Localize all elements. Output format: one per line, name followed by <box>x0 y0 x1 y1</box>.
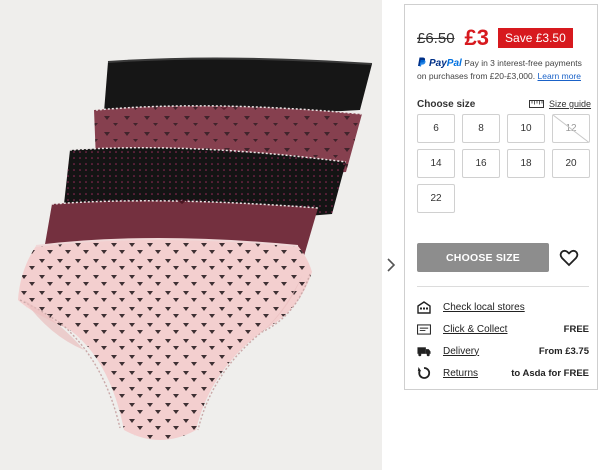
choose-size-label: Choose size <box>417 99 476 110</box>
size-selector: 6 8 10 12 14 16 18 20 22 <box>417 114 593 213</box>
delivery-row-click-collect[interactable]: Click & Collect FREE <box>417 320 589 338</box>
knickers-multipack-photo <box>18 57 373 440</box>
size-option-22[interactable]: 22 <box>417 184 455 213</box>
size-option-16[interactable]: 16 <box>462 149 500 178</box>
returns-value: to Asda for FREE <box>511 367 589 379</box>
size-option-12-unavailable[interactable]: 12 <box>552 114 590 143</box>
size-guide-link[interactable]: Size guide <box>529 99 591 109</box>
click-collect-value: FREE <box>563 323 589 335</box>
click-collect-icon <box>417 322 431 336</box>
product-purchase-panel: £6.50 £3 Save £3.50 PayPal Pay in 3 inte… <box>404 4 598 390</box>
size-option-8[interactable]: 8 <box>462 114 500 143</box>
delivery-value: From £3.75 <box>538 345 589 357</box>
ruler-icon <box>529 100 544 108</box>
paypal-learn-more-link[interactable]: Learn more <box>538 71 581 81</box>
returns-link[interactable]: Returns <box>443 368 478 379</box>
return-icon <box>417 366 431 380</box>
heart-icon <box>559 249 579 267</box>
save-badge: Save £3.50 <box>498 28 573 48</box>
strikethrough-icon <box>553 115 589 142</box>
store-icon <box>417 300 431 314</box>
click-collect-link[interactable]: Click & Collect <box>443 324 507 335</box>
delivery-link[interactable]: Delivery <box>443 346 479 357</box>
now-price: £3 <box>464 25 490 50</box>
size-option-10[interactable]: 10 <box>507 114 545 143</box>
divider <box>417 286 589 287</box>
chevron-right-icon <box>387 258 396 272</box>
price-row: £6.50 £3 Save £3.50 <box>417 25 573 51</box>
size-option-6[interactable]: 6 <box>417 114 455 143</box>
paypal-info: PayPal Pay in 3 interest-free payments o… <box>417 57 593 82</box>
delivery-row-stores[interactable]: Check local stores <box>417 298 589 316</box>
size-guide-label: Size guide <box>549 99 592 109</box>
product-image <box>0 0 382 470</box>
wishlist-button[interactable] <box>559 248 579 268</box>
paypal-logo: PayPal <box>429 58 462 69</box>
delivery-row-delivery[interactable]: Delivery From £3.75 <box>417 342 589 360</box>
delivery-row-returns[interactable]: Returns to Asda for FREE <box>417 364 589 382</box>
check-local-stores-link[interactable]: Check local stores <box>443 302 525 313</box>
size-option-20[interactable]: 20 <box>552 149 590 178</box>
size-option-18[interactable]: 18 <box>507 149 545 178</box>
next-image-arrow[interactable] <box>384 254 398 276</box>
truck-icon <box>417 344 431 358</box>
size-option-14[interactable]: 14 <box>417 149 455 178</box>
choose-size-button[interactable]: CHOOSE SIZE <box>417 243 549 272</box>
paypal-icon <box>418 57 426 67</box>
was-price: £6.50 <box>417 29 455 47</box>
